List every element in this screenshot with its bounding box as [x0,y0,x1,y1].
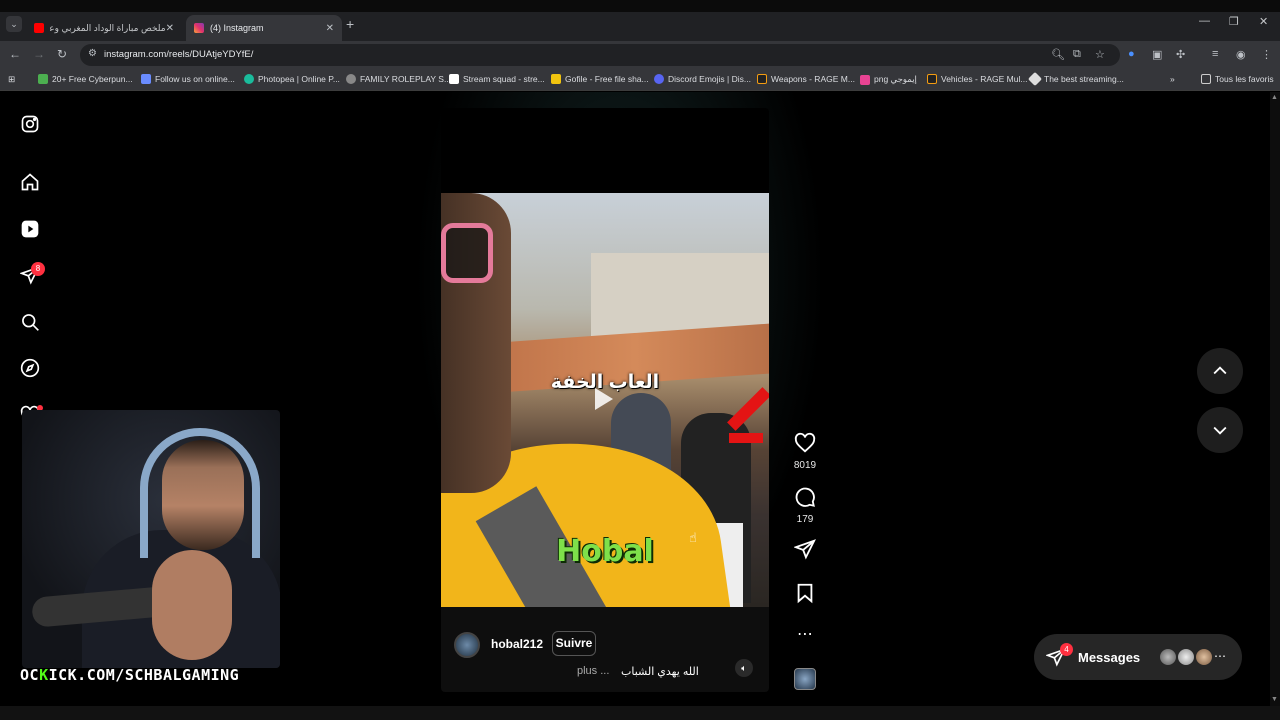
explore-compass-icon[interactable] [20,358,40,378]
more-options-icon[interactable]: ⋯ [792,624,818,644]
restore-icon[interactable]: ❐ [1229,15,1239,28]
avatar [1158,647,1178,667]
share-button[interactable] [792,538,818,565]
scrollbar[interactable] [1270,92,1280,706]
tab-instagram[interactable]: (4) Instagram ✕ [186,15,342,41]
site-info-icon[interactable]: ⚙ [88,48,97,59]
media-icon[interactable]: ≡ [1212,48,1218,60]
follow-button[interactable]: Suivre [552,631,596,656]
new-tab-button[interactable]: + [346,16,354,32]
zoom-icon[interactable]: 🔍︎ [1051,48,1065,61]
avatar[interactable] [454,632,480,658]
tab-title: (4) Instagram [210,23,264,33]
close-window-icon[interactable]: ✕ [1259,15,1268,28]
menu-kebab-icon[interactable]: ⋮ [1261,48,1272,61]
next-reel-button[interactable] [1197,407,1243,453]
kick-url: ICK.COM/SCHBALGAMING [48,666,240,684]
messages-button[interactable]: 4 Messages ⋯ [1034,634,1242,680]
tab-youtube[interactable]: ملخص مباراة الوداد المغربي وعزا ✕ [26,15,182,41]
youtube-icon [34,23,44,33]
bookmark-item[interactable]: Weapons - RAGE M... [757,74,855,84]
bookmark-item[interactable]: Stream squad - stre... [449,74,545,84]
more-bookmarks-icon[interactable]: » [1170,74,1175,84]
reel-player[interactable]: العاب الخفة Hobal hobal212 Suivre الله ي… [441,108,769,692]
bookmark-item[interactable]: png إيموجي [860,74,917,85]
reels-icon[interactable] [20,219,40,239]
bottom-edge [0,706,1280,720]
messages-badge: 4 [1060,643,1073,656]
minimize-icon[interactable]: — [1199,15,1210,27]
share-icon [793,539,816,560]
audio-thumbnail[interactable] [794,668,816,690]
reload-icon[interactable]: ↻ [57,47,67,61]
scroll-up-icon[interactable]: ▲ [1271,94,1278,101]
bookmark-star-icon[interactable]: ☆ [1095,48,1105,61]
close-tab-icon[interactable]: ✕ [166,23,174,34]
all-bookmarks-folder[interactable]: Tous les favoris [1201,74,1274,84]
bookmark-item[interactable]: FAMILY ROLEPLAY S... [346,74,451,84]
previous-reel-button[interactable] [1197,348,1243,394]
more-avatars-icon: ⋯ [1214,649,1226,663]
comment-button[interactable]: 179 [792,486,818,525]
bookmark-item[interactable]: Vehicles - RAGE Mul... [927,74,1027,84]
reel-video[interactable]: العاب الخفة Hobal [441,193,769,607]
comment-count: 179 [796,514,814,525]
streamer-webcam [22,410,280,668]
avatar [1194,647,1214,667]
forward-icon[interactable]: → [33,47,45,61]
tab-title: ملخص مباراة الوداد المغربي وعزا [50,22,166,33]
puzzle-icon[interactable]: ✣ [1176,48,1185,61]
bookmark-item[interactable]: Follow us on online... [141,74,235,84]
cast-icon[interactable]: ⧉ [1073,48,1081,61]
bookmark-item[interactable]: The best streaming... [1027,71,1124,87]
tab-search-icon[interactable]: ⌄ [6,16,22,32]
chevron-down-icon [1213,426,1227,435]
like-button[interactable]: 8019 [792,432,818,471]
notifications-badge: 8 [31,262,45,276]
more-caption-link[interactable]: plus ... [577,665,609,677]
video-name-overlay: Hobal [556,534,654,569]
kick-channel-overlay: OCKICK.COM/SCHBALGAMING [20,666,240,684]
bookmark-item[interactable]: Discord Emojis | Dis... [654,74,751,84]
like-count: 8019 [793,460,817,471]
bookmark-item[interactable]: Gofile - Free file sha... [551,74,649,84]
instagram-favicon-icon [194,23,204,33]
home-icon[interactable] [20,172,40,192]
scroll-down-icon[interactable]: ▼ [1271,696,1278,703]
back-icon[interactable]: ← [9,47,21,61]
play-icon[interactable] [595,388,613,410]
bookmark-icon [797,583,813,604]
instagram-logo-icon[interactable] [20,114,40,134]
apps-grid-icon[interactable]: ⊞ [8,74,15,85]
profile-avatar-icon[interactable]: ◉ [1236,48,1246,61]
top-edge [0,0,1280,12]
url-text: instagram.com/reels/DUAtjeYDYfE/ [104,49,254,60]
tab-strip: ملخص مباراة الوداد المغربي وعزا ✕ (4) In… [0,12,1280,41]
search-icon[interactable] [20,312,40,332]
messages-label: Messages [1078,650,1141,665]
save-button[interactable] [792,582,818,609]
avatar [1176,647,1196,667]
comment-icon [795,487,815,507]
mouse-cursor-icon: ☝ [689,530,697,545]
bookmark-item[interactable]: Photopea | Online P... [244,74,340,84]
reel-caption: الله يهدي الشباب [621,666,699,678]
close-tab-icon[interactable]: ✕ [326,23,334,34]
chevron-up-icon [1213,366,1227,375]
address-bar[interactable]: ⚙ instagram.com/reels/DUAtjeYDYfE/ [80,44,1120,66]
extension-icon[interactable]: ▣ [1152,48,1162,61]
sound-icon[interactable]: 🔈︎ [735,659,753,677]
heart-icon [794,432,816,453]
reel-username[interactable]: hobal212 [491,637,543,651]
bookmark-item[interactable]: 20+ Free Cyberpun... [38,74,133,84]
extension-icon[interactable]: ● [1128,48,1135,60]
